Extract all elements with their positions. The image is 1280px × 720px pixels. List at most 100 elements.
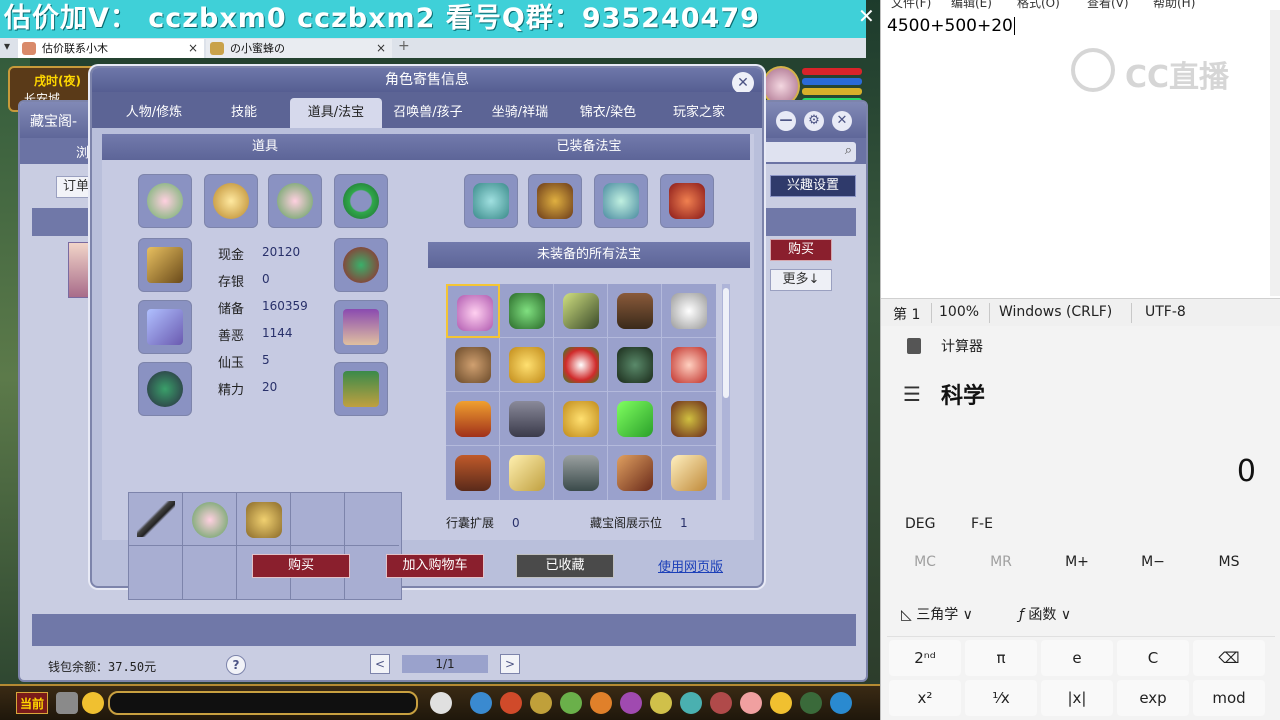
treasure-slot[interactable] — [554, 446, 608, 500]
pi-key[interactable]: π — [965, 640, 1037, 676]
shop-icon[interactable] — [650, 692, 672, 714]
friend-icon[interactable] — [560, 692, 582, 714]
next-page-button[interactable]: > — [500, 654, 520, 674]
tab-items[interactable]: 道具/法宝 — [290, 98, 382, 128]
abs-key[interactable]: |x| — [1041, 680, 1113, 716]
equip-slot[interactable] — [138, 300, 192, 354]
more-button[interactable]: 更多↓ — [770, 269, 832, 291]
treasure-slot[interactable] — [446, 392, 500, 446]
tab-mounts[interactable]: 坐骑/祥瑞 — [476, 98, 564, 128]
favorited-button[interactable]: 已收藏 — [516, 554, 614, 578]
e-key[interactable]: e — [1041, 640, 1113, 676]
microphone-icon[interactable] — [56, 692, 78, 714]
search-icon[interactable]: ⌕ — [845, 143, 852, 158]
reciprocal-key[interactable]: ¹⁄x — [965, 680, 1037, 716]
hamburger-menu-icon[interactable]: ☰ — [903, 382, 921, 406]
pet-icon[interactable] — [430, 692, 452, 714]
tab-home[interactable]: 玩家之家 — [654, 98, 744, 128]
inventory-slot[interactable] — [129, 493, 183, 546]
inventory-slot[interactable] — [345, 493, 399, 546]
task-icon[interactable] — [590, 692, 612, 714]
search-input[interactable]: ⌕ — [760, 142, 856, 162]
mr-button[interactable]: MR — [971, 554, 1031, 570]
fe-toggle[interactable]: F-E — [971, 516, 993, 532]
deg-toggle[interactable]: DEG — [905, 516, 935, 532]
inventory-slot[interactable] — [129, 546, 183, 599]
treasure-slot[interactable] — [662, 284, 716, 338]
buy-button[interactable]: 购买 — [252, 554, 350, 578]
inventory-slot[interactable] — [183, 546, 237, 599]
square-key[interactable]: x² — [889, 680, 961, 716]
item-slot[interactable] — [334, 174, 388, 228]
tab-bee[interactable]: の小蜜蜂の × — [206, 39, 392, 58]
second-key[interactable]: 2ⁿᵈ — [889, 640, 961, 676]
help-icon[interactable]: ? — [226, 655, 246, 675]
treasure-slot[interactable] — [500, 284, 554, 338]
trigonometry-dropdown[interactable]: ◺ 三角学 ∨ — [901, 604, 973, 624]
treasure-slot[interactable] — [608, 392, 662, 446]
channel-button[interactable]: 当前 — [16, 692, 48, 714]
battle-icon[interactable] — [710, 692, 732, 714]
tab-outfits[interactable]: 锦衣/染色 — [566, 98, 650, 128]
settings-icon[interactable] — [830, 692, 852, 714]
menu-edit[interactable]: 编辑(E) — [951, 0, 992, 10]
function-dropdown[interactable]: ƒ 函数 ∨ — [1019, 604, 1071, 624]
menu-help[interactable]: 帮助(H) — [1153, 0, 1195, 10]
equip-slot[interactable] — [138, 362, 192, 416]
emoji-icon[interactable] — [82, 692, 104, 714]
treasure-slot[interactable] — [500, 338, 554, 392]
chevron-down-icon[interactable]: ▾ — [4, 39, 10, 53]
item-slot[interactable] — [204, 174, 258, 228]
inventory-slot[interactable] — [291, 493, 345, 546]
grid-scrollbar[interactable] — [722, 284, 730, 500]
treasure-slot[interactable] — [608, 446, 662, 500]
gear-icon[interactable]: ⚙ — [804, 111, 824, 131]
notepad-editor[interactable]: 4500+500+20 — [887, 16, 1015, 36]
equip-slot[interactable] — [138, 238, 192, 292]
close-icon[interactable]: ✕ — [832, 111, 852, 131]
scrollbar-thumb[interactable] — [723, 288, 729, 398]
mod-key[interactable]: mod — [1193, 680, 1265, 716]
system-icon[interactable] — [800, 692, 822, 714]
notepad-scrollbar[interactable] — [1270, 10, 1280, 296]
treasure-slot[interactable] — [608, 284, 662, 338]
minimize-icon[interactable]: — — [776, 111, 796, 131]
treasure-slot[interactable] — [554, 284, 608, 338]
treasure-slot[interactable] — [446, 284, 500, 338]
chat-input[interactable] — [108, 691, 418, 715]
tab-character[interactable]: 人物/修炼 — [106, 98, 202, 128]
treasure-slot[interactable] — [446, 446, 500, 500]
team-icon[interactable] — [530, 692, 552, 714]
treasure-slot[interactable] — [554, 338, 608, 392]
equipped-treasure[interactable] — [464, 174, 518, 228]
treasure-slot[interactable] — [608, 338, 662, 392]
menu-file[interactable]: 文件(F) — [891, 0, 931, 10]
treasure-slot[interactable] — [554, 392, 608, 446]
skill-icon[interactable] — [470, 692, 492, 714]
equip-slot[interactable] — [334, 238, 388, 292]
treasure-slot[interactable] — [662, 446, 716, 500]
menu-view[interactable]: 查看(V) — [1087, 0, 1129, 10]
close-icon[interactable]: ✕ — [858, 6, 875, 26]
clear-key[interactable]: C — [1117, 640, 1189, 676]
close-icon[interactable]: × — [188, 39, 198, 58]
treasure-slot[interactable] — [500, 392, 554, 446]
treasure-slot[interactable] — [500, 446, 554, 500]
tab-valuation[interactable]: 估价联系小木 × — [18, 39, 204, 58]
interest-settings-button[interactable]: 兴趣设置 — [770, 175, 856, 197]
add-to-cart-button[interactable]: 加入购物车 — [386, 554, 484, 578]
map-icon[interactable] — [680, 692, 702, 714]
ms-button[interactable]: MS — [1199, 554, 1259, 570]
prev-page-button[interactable]: < — [370, 654, 390, 674]
nav-browse[interactable]: 浏 — [76, 142, 89, 161]
inventory-slot[interactable] — [237, 493, 291, 546]
use-web-version-link[interactable]: 使用网页版 — [658, 556, 723, 575]
smile-icon[interactable] — [770, 692, 792, 714]
tab-pets[interactable]: 召唤兽/孩子 — [382, 98, 474, 128]
equip-slot[interactable] — [334, 362, 388, 416]
mc-button[interactable]: MC — [895, 554, 955, 570]
item-icon[interactable] — [500, 692, 522, 714]
exp-key[interactable]: exp — [1117, 680, 1189, 716]
m-minus-button[interactable]: M− — [1123, 554, 1183, 570]
treasure-slot[interactable] — [446, 338, 500, 392]
